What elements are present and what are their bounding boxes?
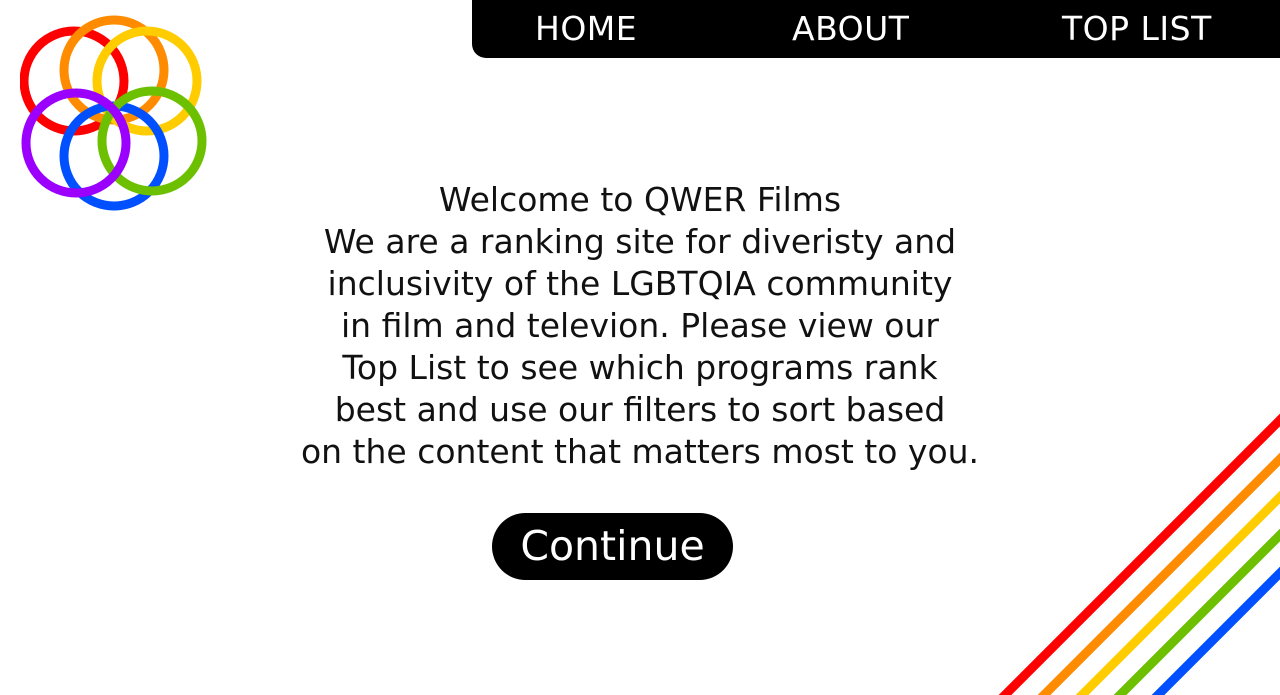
stripe-red [998, 413, 1280, 695]
stripe-blue [1151, 566, 1280, 695]
nav-home-link[interactable]: HOME [535, 9, 637, 49]
intro-line: inclusivity of the LGBTQIA community [327, 264, 953, 303]
page: HOME ABOUT TOP LIST Welcome to QWER Film… [0, 0, 1280, 695]
continue-button[interactable]: Continue [492, 513, 733, 580]
stripe-yellow [1075, 490, 1280, 695]
intro-text: Welcome to QWER Films We are a ranking s… [240, 179, 1040, 473]
intro-line: on the content that matters most to you. [300, 432, 980, 471]
rainbow-rings-logo[interactable] [20, 14, 210, 214]
nav-about-link[interactable]: ABOUT [792, 9, 909, 49]
intro-title: Welcome to QWER Films [438, 180, 842, 219]
intro-line: Top List to see which programs rank [342, 348, 938, 387]
rainbow-stripes-decoration [998, 413, 1280, 695]
intro-line: We are a ranking site for diveristy and [323, 222, 957, 261]
nav-top-list-link[interactable]: TOP LIST [1062, 9, 1212, 49]
intro-line: in film and televion. Please view our [341, 306, 939, 345]
top-nav: HOME ABOUT TOP LIST [472, 0, 1280, 58]
intro-line: best and use our filters to sort based [334, 390, 946, 429]
